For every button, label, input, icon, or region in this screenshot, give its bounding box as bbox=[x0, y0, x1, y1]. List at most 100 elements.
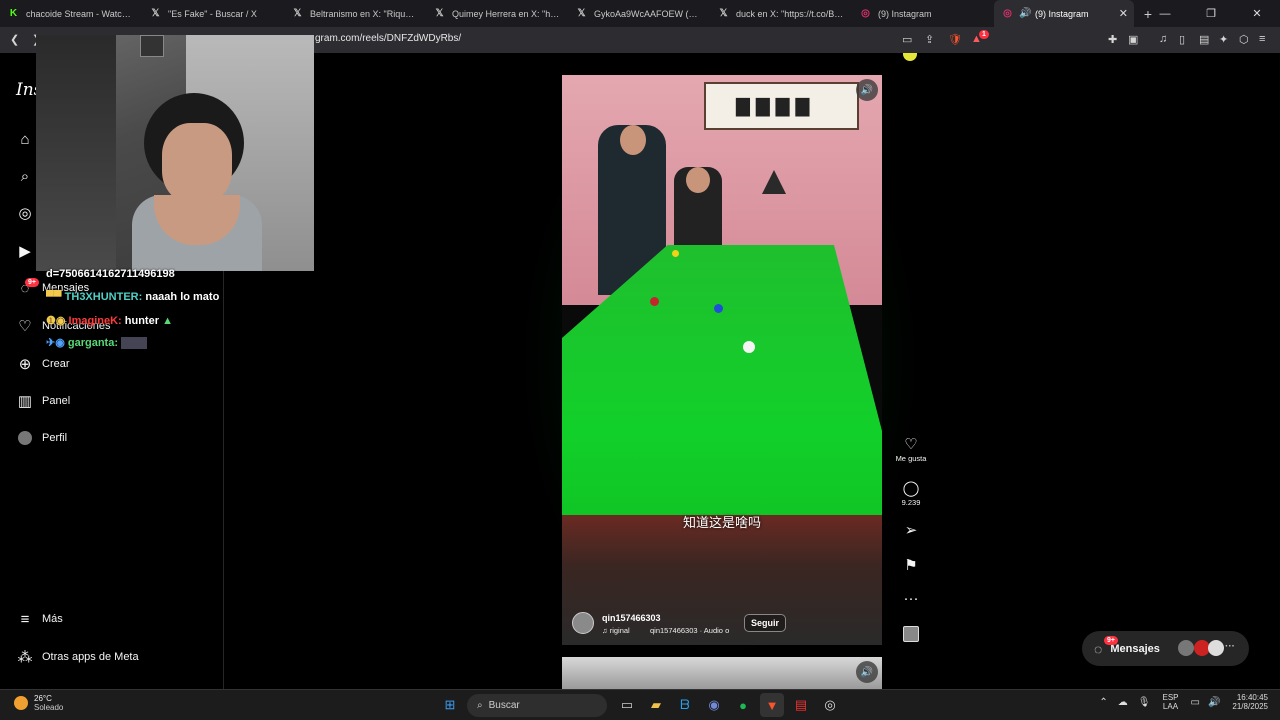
share-icon[interactable]: ⇪ bbox=[925, 33, 934, 46]
task-view-icon[interactable]: ▭ bbox=[615, 693, 639, 717]
mute-icon[interactable]: 🔊 bbox=[856, 661, 878, 683]
tab-title: (9) Instagram bbox=[1035, 8, 1089, 19]
wallet-icon[interactable]: ▤ bbox=[1199, 33, 1209, 46]
mic-icon[interactable]: 🎙 bbox=[1138, 697, 1151, 708]
clock-time[interactable]: 16:40:45 bbox=[1232, 693, 1268, 702]
tab-x-duck[interactable]: 𝕏duck en X: "https://t.co/BYfI5eV bbox=[710, 0, 852, 27]
cast-icon[interactable]: ▭ bbox=[902, 33, 912, 46]
extensions-icon[interactable]: ✚ bbox=[1108, 33, 1117, 46]
chat-user: garganta: bbox=[67, 337, 118, 349]
minimize-icon[interactable]: — bbox=[1142, 8, 1188, 20]
reel-video[interactable]: ▇▇▇▇ 知道这是啥吗 🔊 qin157466303 ♫ riginal qin… bbox=[562, 75, 882, 645]
x-icon: 𝕏 bbox=[435, 8, 444, 19]
windows-taskbar: 26°C Soleado ⊞ ⌕ Buscar ▭ ▰ ᗷ ◉ ● ▼ ▤ ◎ ⌃… bbox=[0, 689, 1280, 720]
language[interactable]: ESP bbox=[1162, 693, 1178, 702]
taskbar-apps: ⊞ ⌕ Buscar ▭ ▰ ᗷ ◉ ● ▼ ▤ ◎ bbox=[438, 693, 847, 717]
weather-temp: 26°C bbox=[34, 694, 52, 703]
chevron-up-icon[interactable]: ⌃ bbox=[1099, 697, 1107, 708]
x-icon: 𝕏 bbox=[293, 8, 302, 19]
video-subtitle: 知道这是啥吗 bbox=[682, 515, 761, 530]
like-button[interactable]: ♡ Me gusta bbox=[892, 435, 930, 463]
reel-audio-prefix[interactable]: ♫ riginal bbox=[602, 626, 630, 635]
tab-x-search[interactable]: 𝕏 "Es Fake" - Buscar / X bbox=[142, 0, 284, 27]
tab-strip: Kchacoide Stream - Watch Li 𝕏 "Es Fake" -… bbox=[0, 0, 1280, 27]
messages-badge: 9+ bbox=[25, 278, 39, 287]
menu-icon[interactable]: ≡ bbox=[1259, 33, 1265, 45]
share-button[interactable]: ➢ bbox=[892, 521, 930, 539]
keyboard-layout: LAA bbox=[1162, 702, 1179, 711]
back-icon[interactable]: ❮ bbox=[10, 33, 19, 46]
spotify-icon[interactable]: ● bbox=[731, 693, 755, 717]
save-button[interactable]: ⚑ bbox=[892, 556, 930, 574]
address-bar[interactable]: gram.com/reels/DNFZdWDyRbs/ bbox=[315, 33, 461, 44]
comment-button[interactable]: ◯ 9.239 bbox=[892, 479, 930, 507]
follow-button[interactable]: Seguir bbox=[744, 614, 787, 632]
heart-icon: ♡ bbox=[904, 436, 918, 453]
mute-icon[interactable]: 🔊 bbox=[856, 79, 878, 101]
chat-user: ImagineK: bbox=[68, 315, 122, 327]
speaker-icon[interactable]: 🔊 bbox=[1019, 8, 1031, 19]
windows-start-icon[interactable]: ⊞ bbox=[438, 693, 462, 717]
tab-x-image[interactable]: 𝕏 GykoAa9WcAAFOEW (680×520 bbox=[568, 0, 710, 27]
file-explorer-icon[interactable]: ▰ bbox=[644, 693, 668, 717]
music-note-icon: ♫ bbox=[602, 626, 610, 635]
x-icon: 𝕏 bbox=[577, 8, 586, 19]
dashboard-icon: ▥ bbox=[17, 393, 33, 410]
bing-icon[interactable]: ᗷ bbox=[673, 693, 697, 717]
nav-more[interactable]: ≡ Más bbox=[16, 609, 63, 629]
discord-icon[interactable]: ◉ bbox=[702, 693, 726, 717]
sidebar-icon[interactable]: ▯ bbox=[1179, 33, 1185, 46]
weather-widget[interactable]: 26°C Soleado bbox=[14, 694, 63, 712]
chat-text: naaah lo mato bbox=[145, 291, 220, 303]
tab-title: Beltranismo en X: "Riquelme ca bbox=[310, 8, 418, 19]
x-icon: 𝕏 bbox=[151, 8, 160, 19]
tab-instagram[interactable]: ◎ (9) Instagram bbox=[852, 0, 994, 27]
tab-kick-stream[interactable]: Kchacoide Stream - Watch Li bbox=[0, 0, 142, 27]
screenshot-icon[interactable]: ▣ bbox=[1128, 33, 1138, 46]
avatar[interactable] bbox=[572, 612, 594, 634]
tab-x-beltranismo[interactable]: 𝕏 Beltranismo en X: "Riquelme ca bbox=[284, 0, 426, 27]
send-icon: ➢ bbox=[904, 522, 918, 539]
close-window-icon[interactable]: ✕ bbox=[1234, 7, 1280, 20]
comment-count: 9.239 bbox=[901, 498, 921, 507]
restore-icon[interactable]: ❐ bbox=[1188, 7, 1234, 20]
reel-audio[interactable]: qin157466303 · Audio o bbox=[650, 626, 729, 635]
nav-dashboard[interactable]: ▥ Panel bbox=[16, 391, 70, 411]
music-icon[interactable]: ♫ bbox=[1159, 33, 1167, 45]
obs-icon[interactable]: ◎ bbox=[818, 693, 842, 717]
messages-label: Mensajes bbox=[1110, 642, 1160, 655]
vpn-icon[interactable]: ⬡ bbox=[1239, 33, 1249, 46]
more-options-button[interactable]: ··· bbox=[892, 590, 930, 608]
nav-meta-apps[interactable]: ⁂ Otras apps de Meta bbox=[16, 647, 139, 667]
tab-x-quimey[interactable]: 𝕏 Quimey Herrera en X: "https://t bbox=[426, 0, 568, 27]
messenger-icon: ◌ bbox=[1094, 640, 1103, 657]
leo-ai-icon[interactable]: ✦ bbox=[1219, 33, 1228, 46]
nav-label: Otras apps de Meta bbox=[42, 651, 139, 663]
bookmark-icon: ⚑ bbox=[904, 557, 918, 574]
reel-username[interactable]: qin157466303 bbox=[602, 613, 661, 623]
messages-pill[interactable]: ◌ Mensajes 9+ ··· bbox=[1082, 631, 1249, 666]
audio-prefix-text: riginal bbox=[609, 626, 630, 635]
more-icon: ··· bbox=[1225, 641, 1235, 652]
nav-profile[interactable]: Perfil bbox=[16, 428, 67, 448]
tab-instagram-active[interactable]: ◎ 🔊 (9) Instagram ✕ bbox=[994, 0, 1134, 27]
search-icon: ⌕ bbox=[20, 167, 30, 185]
streaming-app-icon[interactable]: ▤ bbox=[789, 693, 813, 717]
close-tab-icon[interactable]: ✕ bbox=[1119, 7, 1128, 20]
tab-title: GykoAa9WcAAFOEW (680×520 bbox=[594, 8, 702, 19]
display-icon[interactable]: ▭ bbox=[1191, 697, 1200, 708]
brave-icon[interactable]: ▼ bbox=[760, 693, 784, 717]
brave-shield-icon[interactable]: 🛡 bbox=[948, 33, 962, 46]
messages-badge: 9+ bbox=[1104, 636, 1118, 645]
audio-thumbnail[interactable] bbox=[892, 626, 930, 647]
chat-text: hunter bbox=[124, 315, 159, 327]
nav-create[interactable]: ⊕ Crear bbox=[16, 354, 70, 374]
tab-title: duck en X: "https://t.co/BYfI5eV bbox=[736, 8, 844, 19]
network-icon[interactable]: ☁ bbox=[1118, 697, 1128, 708]
instagram-icon: ◎ bbox=[1003, 8, 1012, 19]
streamer-webcam bbox=[36, 35, 314, 271]
next-reel[interactable]: 🔊 bbox=[562, 657, 882, 689]
volume-icon[interactable]: 🔊 bbox=[1208, 697, 1220, 708]
tab-title: "Es Fake" - Buscar / X bbox=[168, 8, 257, 19]
taskbar-search[interactable]: ⌕ Buscar bbox=[467, 693, 607, 717]
